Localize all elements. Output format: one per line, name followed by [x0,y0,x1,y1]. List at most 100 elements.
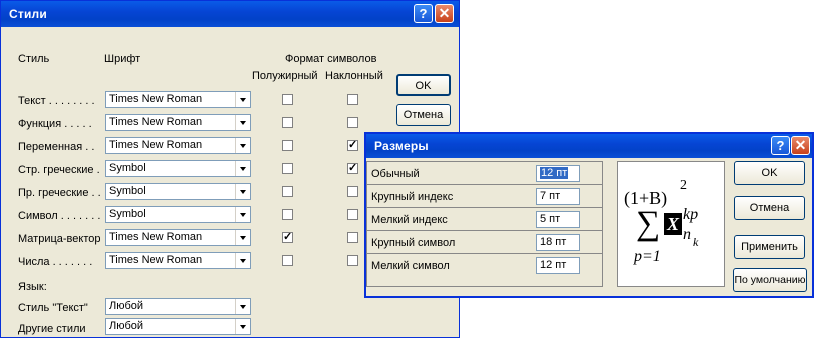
formula-preview: (1+B) 2 ∑ X kp n k p=1 [617,161,725,287]
size-label: Крупный индекс [371,191,454,203]
style-label: Стр. греческие . [18,164,100,176]
size-value: 5 пт [540,213,561,225]
font-select[interactable]: Times New Roman [105,229,251,246]
size-row: Обычный 12 пт [367,162,602,185]
style-label: Функция . . . . . [18,118,92,130]
size-label: Обычный [371,168,420,180]
chevron-down-icon[interactable] [235,230,250,245]
styles-cancel-label: Отмена [403,109,444,121]
chevron-down-icon[interactable] [235,161,250,176]
styles-titlebar[interactable]: Стили ? ✕ [1,1,459,27]
size-input[interactable]: 5 пт [536,211,580,228]
size-input[interactable]: 18 пт [536,234,580,251]
italic-checkbox[interactable] [347,186,358,197]
font-value: Symbol [109,162,146,174]
lang-other-label: Другие стили [18,323,86,335]
font-select[interactable]: Times New Roman [105,137,251,154]
preview-sum-lower: p=1 [634,248,661,265]
preview-placeholder: X [664,213,682,235]
style-label: Текст . . . . . . . . [18,95,95,107]
bold-checkbox[interactable] [282,186,293,197]
preview-sub-n: n [683,226,691,243]
apply-button[interactable]: Применить [734,235,805,259]
chevron-down-icon[interactable] [235,115,250,130]
font-select[interactable]: Symbol [105,160,251,177]
font-value: Symbol [109,208,146,220]
sizes-titlebar[interactable]: Размеры ? ✕ [366,134,812,158]
size-row: Крупный индекс 7 пт [367,185,602,208]
italic-checkbox[interactable] [347,232,358,243]
bold-checkbox[interactable]: ✓ [282,232,293,243]
styles-ok-button[interactable]: OK [396,74,451,96]
size-input[interactable]: 12 пт [536,257,580,274]
italic-checkbox[interactable] [347,117,358,128]
italic-checkbox[interactable] [347,209,358,220]
font-value: Times New Roman [109,139,203,151]
lang-text-value: Любой [109,300,144,312]
language-label: Язык: [18,281,47,293]
default-button[interactable]: По умолчанию [733,268,807,292]
preview-sub-k: k [693,235,699,249]
chevron-down-icon[interactable] [235,138,250,153]
bold-checkbox[interactable] [282,163,293,174]
sizes-title: Размеры [374,139,429,153]
size-row: Мелкий символ 12 пт [367,254,602,277]
font-select[interactable]: Symbol [105,206,251,223]
header-style: Стиль [18,53,50,65]
size-input[interactable]: 7 пт [536,188,580,205]
chevron-down-icon[interactable] [235,253,250,268]
style-label: Переменная . . [18,141,95,153]
sizes-ok-button[interactable]: OK [734,161,805,185]
size-input[interactable]: 12 пт [536,165,580,182]
sizes-dialog: Размеры ? ✕ Обычный 12 пт Крупный индекс… [364,132,814,298]
style-label: Матрица-вектор [18,233,101,245]
chevron-down-icon[interactable] [235,207,250,222]
italic-checkbox[interactable]: ✓ [347,140,358,151]
bold-checkbox[interactable] [282,117,293,128]
chevron-down-icon[interactable] [235,299,250,314]
font-select[interactable]: Times New Roman [105,91,251,108]
lang-other-select[interactable]: Любой [105,318,251,335]
lang-other-value: Любой [109,320,144,332]
italic-checkbox[interactable] [347,255,358,266]
lang-text-label: Стиль "Текст" [18,302,88,314]
default-label: По умолчанию [734,274,806,286]
bold-checkbox[interactable] [282,255,293,266]
size-row: Мелкий индекс 5 пт [367,208,602,231]
font-value: Times New Roman [109,254,203,266]
close-icon[interactable]: ✕ [435,4,454,23]
size-value: 12 пт [540,259,567,271]
font-select[interactable]: Times New Roman [105,114,251,131]
bold-checkbox[interactable] [282,94,293,105]
font-select[interactable]: Symbol [105,183,251,200]
close-icon[interactable]: ✕ [791,136,810,155]
styles-ok-label: OK [415,80,432,92]
italic-checkbox[interactable]: ✓ [347,163,358,174]
apply-label: Применить [741,241,798,253]
lang-text-select[interactable]: Любой [105,298,251,315]
chevron-down-icon[interactable] [235,319,250,334]
styles-cancel-button[interactable]: Отмена [396,104,451,126]
bold-checkbox[interactable] [282,140,293,151]
size-row: Крупный символ 18 пт [367,231,602,254]
size-label: Мелкий символ [371,260,450,272]
size-label: Крупный символ [371,237,456,249]
styles-title: Стили [9,7,47,21]
help-icon[interactable]: ? [771,136,790,155]
chevron-down-icon[interactable] [235,184,250,199]
font-select[interactable]: Times New Roman [105,252,251,269]
sizes-cancel-button[interactable]: Отмена [734,196,805,220]
chevron-down-icon[interactable] [235,92,250,107]
preview-sum: ∑ [636,205,661,242]
help-icon[interactable]: ? [414,4,433,23]
font-value: Times New Roman [109,231,203,243]
bold-checkbox[interactable] [282,209,293,220]
header-italic: Наклонный [325,70,383,82]
size-value: 7 пт [540,190,561,202]
style-label: Пр. греческие . . [18,187,101,199]
style-label: Символ . . . . . . . [18,210,101,222]
size-table: Обычный 12 пт Крупный индекс 7 пт Мелкий… [366,161,603,287]
header-font: Шрифт [104,53,141,65]
italic-checkbox[interactable] [347,94,358,105]
font-value: Times New Roman [109,116,203,128]
